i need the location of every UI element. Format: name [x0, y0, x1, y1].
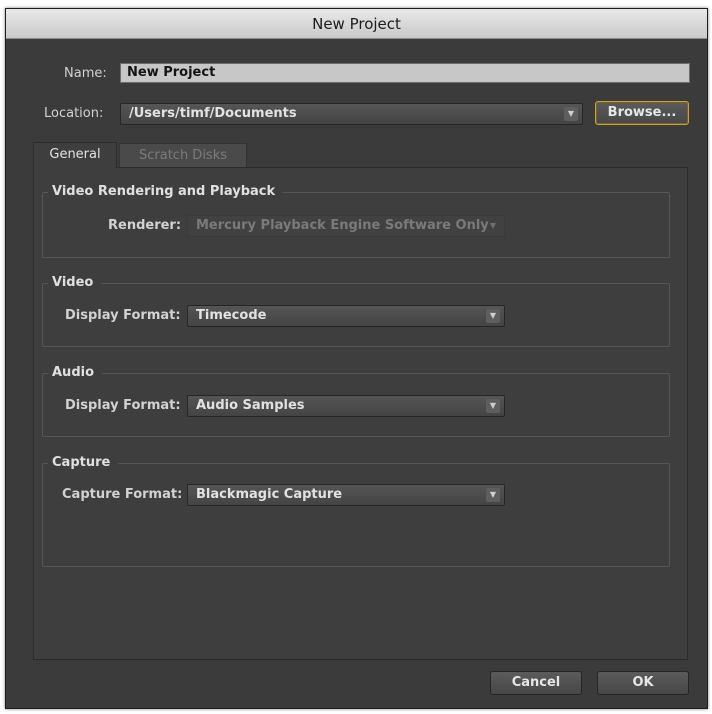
renderer-dropdown[interactable]: Mercury Playback Engine Software Only ▼: [187, 215, 505, 237]
video-display-format-label: Display Format:: [65, 308, 181, 323]
location-value: /Users/timf/Documents: [129, 106, 297, 121]
chevron-down-icon: ▼: [486, 399, 500, 413]
capture-group: [42, 463, 670, 567]
browse-button[interactable]: Browse...: [595, 101, 689, 125]
capture-format-label: Capture Format:: [62, 487, 183, 502]
new-project-dialog: New Project Name: New Project Location: …: [5, 8, 708, 709]
video-title: Video: [48, 274, 102, 292]
audio-display-format-dropdown[interactable]: Audio Samples ▼: [187, 395, 505, 417]
tab-scratch-disks[interactable]: Scratch Disks: [119, 143, 247, 169]
chevron-down-icon: ▼: [486, 309, 500, 323]
location-dropdown[interactable]: /Users/timf/Documents ▼: [120, 103, 583, 125]
ok-button[interactable]: OK: [597, 671, 689, 695]
video-rendering-title: Video Rendering and Playback: [48, 183, 284, 201]
cancel-button[interactable]: Cancel: [490, 671, 582, 695]
location-label: Location:: [44, 106, 104, 121]
capture-title: Capture: [48, 454, 119, 472]
renderer-label: Renderer:: [108, 218, 182, 233]
audio-title: Audio: [48, 364, 103, 382]
project-name-input[interactable]: New Project: [120, 63, 690, 83]
audio-display-format-value: Audio Samples: [196, 398, 305, 413]
renderer-value: Mercury Playback Engine Software Only: [196, 218, 489, 233]
window-title: New Project: [6, 9, 707, 39]
capture-format-dropdown[interactable]: Blackmagic Capture ▼: [187, 484, 505, 506]
tab-general[interactable]: General: [33, 142, 117, 168]
project-name-value: New Project: [127, 65, 216, 80]
chevron-down-icon: ▼: [564, 107, 578, 121]
video-display-format-dropdown[interactable]: Timecode ▼: [187, 305, 505, 327]
name-label: Name:: [64, 66, 107, 81]
chevron-down-icon: ▼: [489, 221, 497, 230]
audio-display-format-label: Display Format:: [65, 398, 181, 413]
capture-format-value: Blackmagic Capture: [196, 487, 343, 502]
chevron-down-icon: ▼: [486, 488, 500, 502]
video-display-format-value: Timecode: [196, 308, 267, 323]
